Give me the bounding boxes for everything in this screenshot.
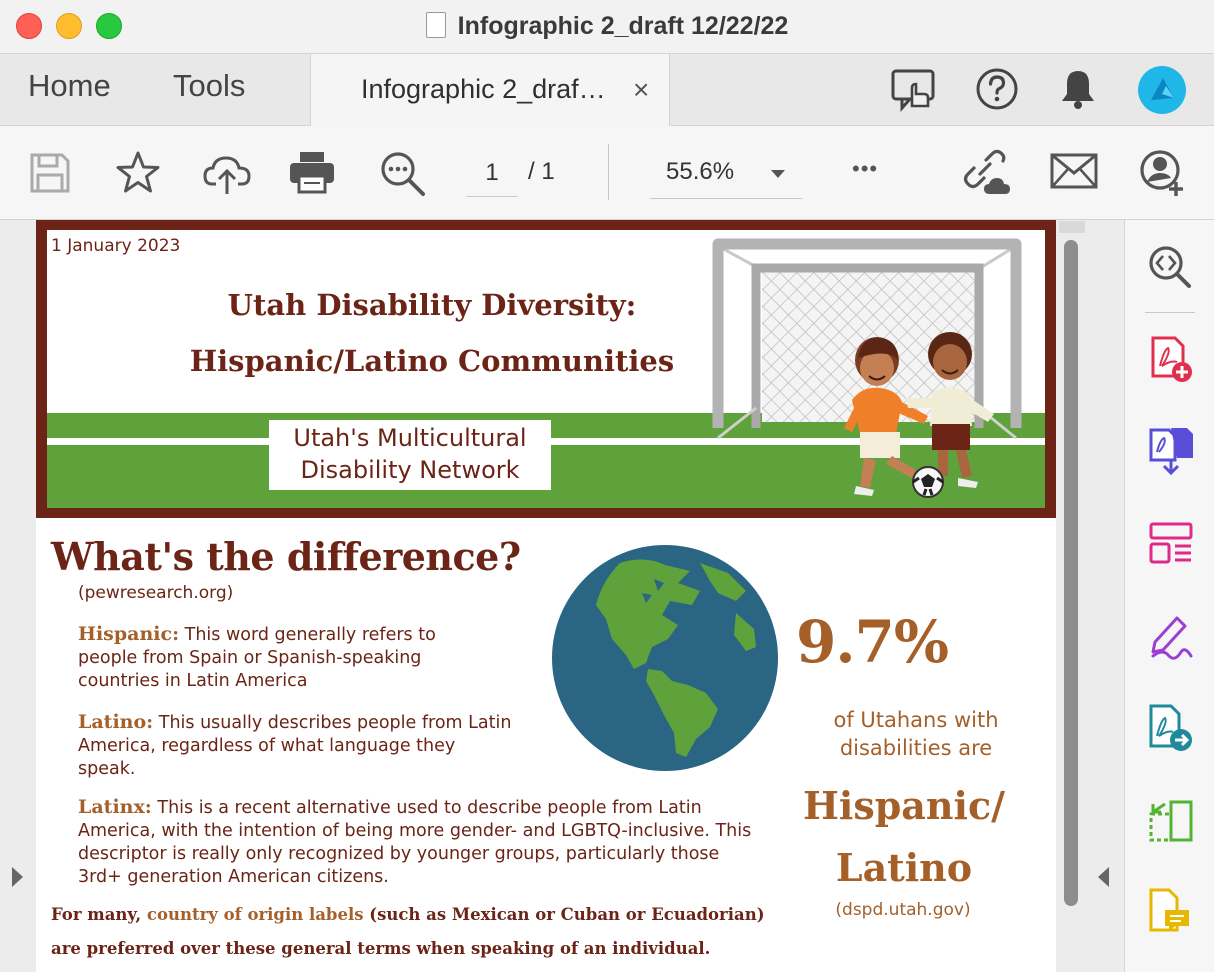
avatar[interactable]	[1136, 64, 1188, 116]
definition-latino: Latino: This usually describes people fr…	[78, 711, 518, 781]
export-pdf-icon[interactable]	[1147, 704, 1195, 754]
email-icon[interactable]	[1050, 153, 1098, 191]
sidebar-divider	[1145, 312, 1195, 313]
combine-files-icon[interactable]	[1147, 426, 1195, 476]
note-highlight: country of origin labels	[146, 905, 364, 924]
save-icon[interactable]	[28, 151, 72, 195]
page-number-input[interactable]: 1	[466, 156, 518, 197]
tab-home[interactable]: Home	[28, 68, 111, 104]
definition-term: Hispanic:	[78, 623, 180, 645]
zoom-value: 55.6%	[666, 158, 735, 185]
window-title: Infographic 2_draft 12/22/22	[0, 12, 1214, 41]
stat-description: of Utahans with disabilities are	[806, 706, 1026, 762]
tab-close-button[interactable]: ×	[633, 74, 649, 106]
notification-bell-icon[interactable]	[1058, 66, 1098, 112]
globe-illustration	[552, 545, 778, 771]
scrollbar-thumb[interactable]	[1064, 240, 1078, 906]
help-icon[interactable]	[974, 66, 1020, 112]
link-cloud-icon[interactable]	[960, 148, 1012, 198]
fill-sign-icon[interactable]	[1147, 612, 1197, 660]
page-number-value: 1	[485, 159, 499, 186]
tab-bar: Home Tools Infographic 2_draf… ×	[0, 54, 1214, 126]
document-date: 1 January 2023	[51, 236, 181, 256]
more-tools-button[interactable]: •••	[852, 156, 878, 182]
toolbar: 1 / 1 55.6% •••	[0, 126, 1214, 220]
page-total: / 1	[528, 158, 555, 185]
tools-sidebar	[1124, 220, 1214, 972]
definition-term: Latinx:	[78, 796, 152, 818]
definition-text: This is a recent alternative used to des…	[78, 798, 752, 887]
sidebar-zoom-icon[interactable]	[1147, 244, 1193, 290]
chevron-down-icon	[771, 170, 785, 178]
comment-icon[interactable]	[1147, 888, 1193, 938]
note-prefix: For many,	[51, 905, 147, 924]
zoom-search-icon[interactable]	[378, 149, 428, 199]
tab-document[interactable]: Infographic 2_draf… ×	[310, 54, 670, 126]
share-review-icon[interactable]	[890, 66, 938, 112]
compress-icon[interactable]	[1147, 798, 1195, 846]
stat-description-line1: of Utahans with	[833, 708, 999, 732]
stat-description-line2: disabilities are	[839, 736, 993, 760]
upload-cloud-icon[interactable]	[202, 150, 252, 196]
add-user-icon[interactable]	[1138, 148, 1190, 198]
create-pdf-icon[interactable]	[1149, 336, 1193, 384]
stat-value: 9.7%	[796, 608, 949, 676]
section-heading: What's the difference?	[51, 534, 521, 579]
document-title-line2: Hispanic/Latino Communities	[189, 344, 675, 378]
header-banner-inner: 1 January 2023 Utah Disability Diversity…	[47, 230, 1045, 508]
title-bar: Infographic 2_draft 12/22/22	[0, 0, 1214, 54]
stat-group-line2: Latino	[835, 845, 973, 890]
header-banner: 1 January 2023 Utah Disability Diversity…	[36, 220, 1056, 518]
organization-line2: Disability Network	[300, 456, 520, 484]
definition-latinx: Latinx: This is a recent alternative use…	[78, 796, 768, 889]
organize-pages-icon[interactable]	[1147, 520, 1195, 568]
bookmark-star-icon[interactable]	[114, 149, 162, 197]
stat-group: Hispanic/ Latino	[786, 775, 1022, 899]
window-title-text: Infographic 2_draft 12/22/22	[457, 12, 789, 40]
stat-group-line1: Hispanic/	[802, 783, 1005, 828]
tab-document-label: Infographic 2_draf…	[361, 74, 606, 104]
collapse-left-panel-icon[interactable]	[10, 866, 24, 888]
scrollbar-cap	[1059, 221, 1085, 233]
document-page: 1 January 2023 Utah Disability Diversity…	[36, 220, 1056, 972]
soccer-kids-illustration	[712, 238, 1022, 498]
document-icon	[425, 12, 446, 38]
print-icon[interactable]	[288, 150, 336, 194]
origin-labels-note: For many, country of origin labels (such…	[51, 898, 791, 966]
tab-tools[interactable]: Tools	[173, 68, 245, 104]
collapse-right-panel-icon[interactable]	[1097, 866, 1111, 888]
stat-source: (dspd.utah.gov)	[835, 900, 971, 920]
toolbar-divider	[608, 144, 609, 200]
definition-term: Latino:	[78, 711, 154, 733]
zoom-select[interactable]: 55.6%	[650, 156, 802, 199]
definition-hispanic: Hispanic: This word generally refers to …	[78, 623, 498, 693]
section-source: (pewresearch.org)	[78, 583, 234, 603]
document-title-line1: Utah Disability Diversity:	[227, 288, 637, 322]
organization-box: Utah's Multicultural Disability Network	[269, 420, 551, 490]
organization-line1: Utah's Multicultural	[293, 424, 527, 452]
